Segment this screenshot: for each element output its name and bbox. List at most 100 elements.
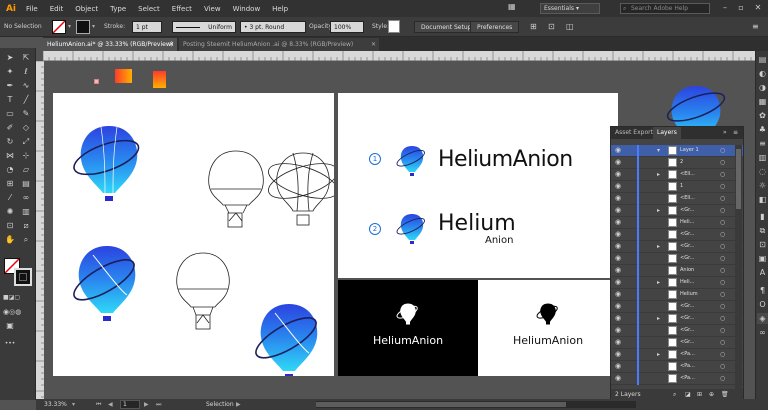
arrange-documents-icon[interactable]: ▦ <box>508 2 516 11</box>
visibility-eye-icon[interactable]: ◉ <box>615 265 621 276</box>
visibility-eye-icon[interactable]: ◉ <box>615 289 621 300</box>
close-button[interactable]: ✕ <box>751 2 765 14</box>
horizontal-ruler[interactable] <box>43 51 755 61</box>
isolate-icon[interactable]: ◫ <box>566 21 574 33</box>
first-artboard-icon[interactable]: ⏮ <box>96 399 101 410</box>
menu-effect[interactable]: Effect <box>166 5 198 13</box>
eraser-icon[interactable]: ◇ <box>19 122 33 134</box>
layer-row[interactable]: ◉ <Gr... ○ <box>611 253 743 265</box>
search-input[interactable]: ⌕ Search Adobe Help <box>620 3 710 14</box>
symbol-sprayer-icon[interactable]: ✺ <box>3 206 17 218</box>
prev-artboard-icon[interactable]: ◀ <box>108 399 113 410</box>
graphic-styles-icon[interactable]: ◧ <box>757 194 768 205</box>
shape-builder-icon[interactable]: ◔ <box>3 164 17 176</box>
menu-view[interactable]: View <box>198 5 227 13</box>
magic-wand-icon[interactable]: ✦ <box>3 66 17 78</box>
stroke-label[interactable]: Stroke: <box>104 21 125 33</box>
layer-row[interactable]: ◉ Heli... ○ <box>611 217 743 229</box>
curvature-tool-icon[interactable]: ∿ <box>19 80 33 92</box>
menu-window[interactable]: Window <box>227 5 267 13</box>
line-tool-icon[interactable]: ╱ <box>19 94 33 106</box>
swatch-tiny[interactable] <box>94 79 99 84</box>
expand-arrow-icon[interactable]: ▸ <box>657 169 660 180</box>
align-icon[interactable]: ⊞ <box>530 21 537 33</box>
properties-icon[interactable]: ▤ <box>757 54 768 65</box>
zoom-level[interactable]: 33.33% <box>44 399 67 410</box>
pen-tool-icon[interactable]: ✒ <box>3 80 17 92</box>
free-transform-icon[interactable]: ⊹ <box>19 150 33 162</box>
expand-arrow-icon[interactable]: ▸ <box>657 241 660 252</box>
expand-arrow-icon[interactable]: ▸ <box>657 349 660 360</box>
artboard-black-bg[interactable]: HeliumAnion <box>338 280 478 376</box>
gradient-swatch[interactable] <box>115 69 132 83</box>
selection-tool-icon[interactable]: ➤ <box>3 52 17 64</box>
shaper-tool-icon[interactable]: ✐ <box>3 122 17 134</box>
zoom-tool-icon[interactable]: ⌕ <box>19 234 33 246</box>
paragraph-icon[interactable]: ¶ <box>757 285 768 296</box>
layer-row-top[interactable]: ◉ ▾ Layer 1 ○ <box>611 145 743 157</box>
stroke-weight-input[interactable]: 1 pt <box>132 21 162 33</box>
visibility-eye-icon[interactable]: ◉ <box>615 277 621 288</box>
stroke-swatch[interactable] <box>76 20 90 34</box>
layers-icon[interactable]: ◈ <box>757 313 768 324</box>
scale-tool-icon[interactable]: ⤢ <box>19 136 33 148</box>
graphic-style-swatch[interactable] <box>388 20 400 33</box>
preferences-button[interactable]: Preferences <box>470 21 520 33</box>
artboard-number[interactable]: 1 <box>120 400 140 409</box>
direct-selection-tool-icon[interactable]: ⇱ <box>19 52 33 64</box>
layer-row[interactable]: ◉ ▸ <Gr... ○ <box>611 313 743 325</box>
layer-row[interactable]: ◉ <Gr... ○ <box>611 301 743 313</box>
layer-row[interactable]: ◉ ▸ Heli... ○ <box>611 277 743 289</box>
target-circle-icon[interactable]: ○ <box>720 229 725 240</box>
tab-posting-steemit[interactable]: Posting Steemit HeliumAnion .ai @ 8.33% … <box>179 38 379 51</box>
menu-edit[interactable]: Edit <box>44 5 70 13</box>
layer-row[interactable]: ◉ <Pa... ○ <box>611 373 743 385</box>
target-circle-icon[interactable]: ○ <box>720 265 725 276</box>
menu-type[interactable]: Type <box>104 5 132 13</box>
width-tool-icon[interactable]: ⋈ <box>3 150 17 162</box>
draw-mode-icon[interactable]: ◉◎◍ <box>3 306 21 318</box>
expand-arrow-icon[interactable]: ▸ <box>657 205 660 216</box>
visibility-eye-icon[interactable]: ◉ <box>615 169 621 180</box>
menu-select[interactable]: Select <box>132 5 166 13</box>
color-guide-icon[interactable]: ◑ <box>757 82 768 93</box>
eyedropper-icon[interactable]: ⁄ <box>3 192 17 204</box>
layer-row[interactable]: ◉ ▸ <Ell... ○ <box>611 169 743 181</box>
stroke-panel-icon[interactable]: ≡ <box>757 138 768 149</box>
target-circle-icon[interactable]: ○ <box>720 181 725 192</box>
target-circle-icon[interactable]: ○ <box>720 361 725 372</box>
appearance-icon[interactable]: ☼ <box>757 180 768 191</box>
layer-row[interactable]: ◉ <Gr... ○ <box>611 229 743 241</box>
mesh-tool-icon[interactable]: ⊞ <box>3 178 17 190</box>
target-circle-icon[interactable]: ○ <box>720 277 725 288</box>
character-icon[interactable]: A <box>757 267 768 278</box>
layer-row[interactable]: ◉ Helium ○ <box>611 289 743 301</box>
menu-help[interactable]: Help <box>266 5 294 13</box>
workspace-switcher[interactable]: Essentials ▾ <box>540 3 600 14</box>
symbols-icon[interactable]: ♣ <box>757 124 768 135</box>
target-circle-icon[interactable]: ○ <box>720 241 725 252</box>
pathfinder-icon[interactable]: ⧉ <box>757 225 768 236</box>
target-circle-icon[interactable]: ○ <box>720 193 725 204</box>
layer-row[interactable]: ◉ 1 ○ <box>611 181 743 193</box>
opacity-input[interactable]: 100% <box>330 21 364 33</box>
visibility-eye-icon[interactable]: ◉ <box>615 361 621 372</box>
horizontal-scrollbar[interactable] <box>316 401 636 408</box>
stroke-color-swatch[interactable] <box>14 268 32 286</box>
close-tab-icon[interactable]: ✕ <box>371 38 376 51</box>
visibility-eye-icon[interactable]: ◉ <box>615 181 621 192</box>
target-circle-icon[interactable]: ○ <box>720 349 725 360</box>
rectangle-tool-icon[interactable]: ▭ <box>3 108 17 120</box>
visibility-eye-icon[interactable]: ◉ <box>615 325 621 336</box>
more-tools-icon[interactable]: ••• <box>3 338 17 350</box>
visibility-eye-icon[interactable]: ◉ <box>615 313 621 324</box>
align-panel-icon[interactable]: ▮ <box>757 211 768 222</box>
target-circle-icon[interactable]: ○ <box>720 253 725 264</box>
tab-heliumanion[interactable]: HeliumAnion.ai* @ 33.33% (RGB/Preview) ✕ <box>43 38 177 51</box>
artboard-sketches[interactable] <box>53 93 334 376</box>
visibility-eye-icon[interactable]: ◉ <box>615 349 621 360</box>
type-tool-icon[interactable]: T <box>3 94 17 106</box>
layer-row[interactable]: ◉ <Gr... ○ <box>611 337 743 349</box>
gradient-tool-icon[interactable]: ▤ <box>19 178 33 190</box>
artboards-icon[interactable]: ▣ <box>757 253 768 264</box>
